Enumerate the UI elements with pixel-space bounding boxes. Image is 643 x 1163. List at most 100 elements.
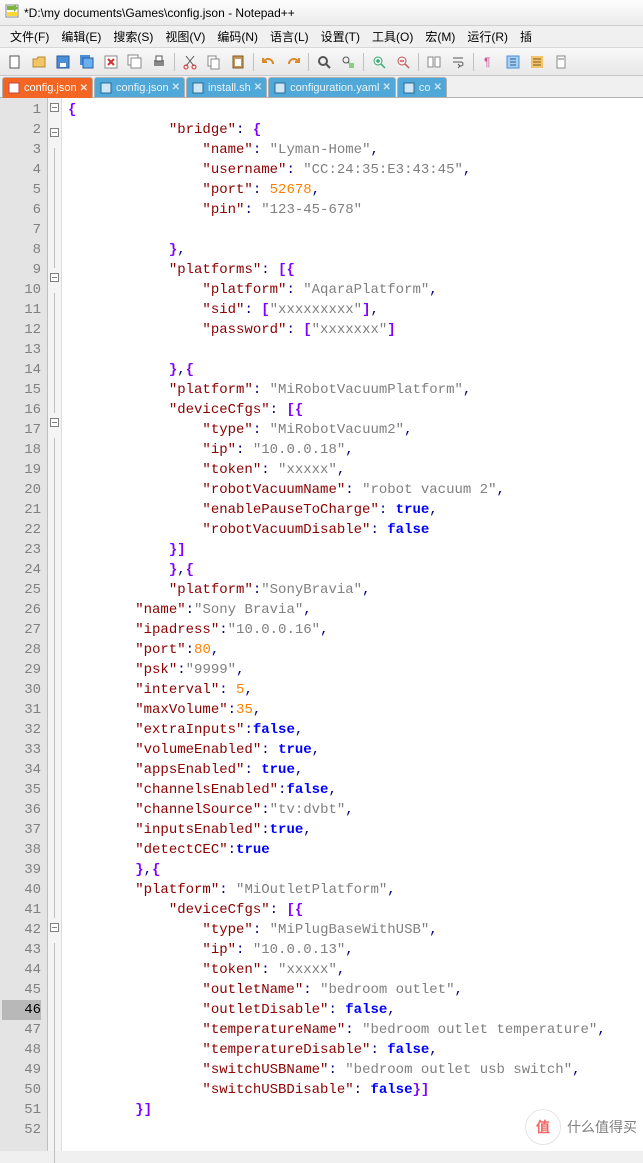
code-line[interactable]: "detectCEC":true xyxy=(68,840,637,860)
code-line[interactable]: "token": "xxxxx", xyxy=(68,460,637,480)
code-line[interactable] xyxy=(68,340,637,360)
open-file-button[interactable] xyxy=(28,51,50,73)
code-line[interactable]: "psk":"9999", xyxy=(68,660,637,680)
save-button[interactable] xyxy=(52,51,74,73)
menu-macro[interactable]: 宏(M) xyxy=(419,26,461,47)
code-line[interactable]: "platform": "MiOutletPlatform", xyxy=(68,880,637,900)
menu-run[interactable]: 运行(R) xyxy=(461,26,514,47)
code-line[interactable]: "type": "MiRobotVacuum2", xyxy=(68,420,637,440)
code-line[interactable]: "switchUSBDisable": false}] xyxy=(68,1080,637,1100)
code-editor[interactable]: 1234567891011121314151617181920212223242… xyxy=(0,98,643,1151)
file-tab[interactable]: configuration.yaml✕ xyxy=(268,77,396,97)
code-line[interactable]: "temperatureDisable": false, xyxy=(68,1040,637,1060)
code-line[interactable]: "ip": "10.0.0.13", xyxy=(68,940,637,960)
code-line[interactable]: "username": "CC:24:35:E3:43:45", xyxy=(68,160,637,180)
code-line[interactable]: "bridge": { xyxy=(68,120,637,140)
code-line[interactable]: "platform":"SonyBravia", xyxy=(68,580,637,600)
menu-more[interactable]: 插 xyxy=(514,26,538,47)
code-line[interactable]: "maxVolume":35, xyxy=(68,700,637,720)
code-line[interactable]: "robotVacuumName": "robot vacuum 2", xyxy=(68,480,637,500)
code-line[interactable]: "token": "xxxxx", xyxy=(68,960,637,980)
file-tab[interactable]: co✕ xyxy=(397,77,447,97)
code-line[interactable]: "type": "MiPlugBaseWithUSB", xyxy=(68,920,637,940)
sync-scroll-button[interactable] xyxy=(423,51,445,73)
code-line[interactable]: "extraInputs":false, xyxy=(68,720,637,740)
menu-tools[interactable]: 工具(O) xyxy=(366,26,419,47)
code-line[interactable]: "name": "Lyman-Home", xyxy=(68,140,637,160)
doc-map-button[interactable] xyxy=(550,51,572,73)
save-all-button[interactable] xyxy=(76,51,98,73)
menu-settings[interactable]: 设置(T) xyxy=(315,26,366,47)
code-line[interactable]: "pin": "123-45-678" xyxy=(68,200,637,220)
code-line[interactable]: "password": ["xxxxxxx"] xyxy=(68,320,637,340)
cut-button[interactable] xyxy=(179,51,201,73)
code-line[interactable]: "outletName": "bedroom outlet", xyxy=(68,980,637,1000)
close-all-button[interactable] xyxy=(124,51,146,73)
code-line[interactable]: "interval": 5, xyxy=(68,680,637,700)
code-line[interactable]: "ip": "10.0.0.18", xyxy=(68,440,637,460)
tab-close-icon[interactable]: ✕ xyxy=(80,83,88,94)
code-line[interactable]: "appsEnabled": true, xyxy=(68,760,637,780)
zoom-in-button[interactable] xyxy=(368,51,390,73)
menu-edit[interactable]: 编辑(E) xyxy=(55,26,107,47)
file-tab[interactable]: config.json✕ xyxy=(2,77,93,98)
code-line[interactable]: "inputsEnabled":true, xyxy=(68,820,637,840)
tab-close-icon[interactable]: ✕ xyxy=(172,82,180,93)
code-line[interactable]: "platform": "AqaraPlatform", xyxy=(68,280,637,300)
new-file-button[interactable] xyxy=(4,51,26,73)
code-line[interactable]: "port":80, xyxy=(68,640,637,660)
code-line[interactable]: },{ xyxy=(68,860,637,880)
indent-guide-button[interactable] xyxy=(502,51,524,73)
zoom-out-button[interactable] xyxy=(392,51,414,73)
code-line[interactable]: },{ xyxy=(68,360,637,380)
menu-encoding[interactable]: 编码(N) xyxy=(211,26,264,47)
print-button[interactable] xyxy=(148,51,170,73)
code-line[interactable]: "enablePauseToCharge": true, xyxy=(68,500,637,520)
code-line[interactable]: "channelsEnabled":false, xyxy=(68,780,637,800)
menu-search[interactable]: 搜索(S) xyxy=(107,26,159,47)
menu-view[interactable]: 视图(V) xyxy=(159,26,211,47)
menu-language[interactable]: 语言(L) xyxy=(264,26,315,47)
function-list-button[interactable] xyxy=(526,51,548,73)
fold-toggle-icon[interactable] xyxy=(50,128,59,137)
file-tab[interactable]: install.sh✕ xyxy=(186,77,267,97)
code-area[interactable]: { "bridge": { "name": "Lyman-Home", "use… xyxy=(62,98,643,1151)
show-symbols-button[interactable]: ¶ xyxy=(478,51,500,73)
tab-close-icon[interactable]: ✕ xyxy=(433,82,441,93)
redo-button[interactable] xyxy=(282,51,304,73)
code-line[interactable]: "sid": ["xxxxxxxxx"], xyxy=(68,300,637,320)
fold-toggle-icon[interactable] xyxy=(50,273,59,282)
menu-file[interactable]: 文件(F) xyxy=(4,26,55,47)
code-line[interactable]: "ipadress":"10.0.0.16", xyxy=(68,620,637,640)
close-button[interactable] xyxy=(100,51,122,73)
code-line[interactable]: "platforms": [{ xyxy=(68,260,637,280)
code-line[interactable]: "deviceCfgs": [{ xyxy=(68,400,637,420)
code-line[interactable]: "volumeEnabled": true, xyxy=(68,740,637,760)
undo-button[interactable] xyxy=(258,51,280,73)
code-line[interactable]: "outletDisable": false, xyxy=(68,1000,637,1020)
code-line[interactable]: }, xyxy=(68,240,637,260)
code-line[interactable]: "name":"Sony Bravia", xyxy=(68,600,637,620)
fold-toggle-icon[interactable] xyxy=(50,103,59,112)
code-line[interactable]: { xyxy=(68,100,637,120)
fold-toggle-icon[interactable] xyxy=(50,923,59,932)
code-line[interactable]: "deviceCfgs": [{ xyxy=(68,900,637,920)
replace-button[interactable] xyxy=(337,51,359,73)
tab-close-icon[interactable]: ✕ xyxy=(254,82,262,93)
word-wrap-button[interactable] xyxy=(447,51,469,73)
code-line[interactable]: "temperatureName": "bedroom outlet tempe… xyxy=(68,1020,637,1040)
copy-button[interactable] xyxy=(203,51,225,73)
fold-column[interactable] xyxy=(48,98,62,1151)
code-line[interactable]: "platform": "MiRobotVacuumPlatform", xyxy=(68,380,637,400)
tab-close-icon[interactable]: ✕ xyxy=(382,82,390,93)
code-line[interactable]: }] xyxy=(68,540,637,560)
code-line[interactable]: "switchUSBName": "bedroom outlet usb swi… xyxy=(68,1060,637,1080)
find-button[interactable] xyxy=(313,51,335,73)
code-line[interactable]: "port": 52678, xyxy=(68,180,637,200)
paste-button[interactable] xyxy=(227,51,249,73)
code-line[interactable]: },{ xyxy=(68,560,637,580)
code-line[interactable]: "channelSource":"tv:dvbt", xyxy=(68,800,637,820)
file-tab[interactable]: config.json✕ xyxy=(94,77,185,97)
code-line[interactable]: "robotVacuumDisable": false xyxy=(68,520,637,540)
code-line[interactable] xyxy=(68,220,637,240)
